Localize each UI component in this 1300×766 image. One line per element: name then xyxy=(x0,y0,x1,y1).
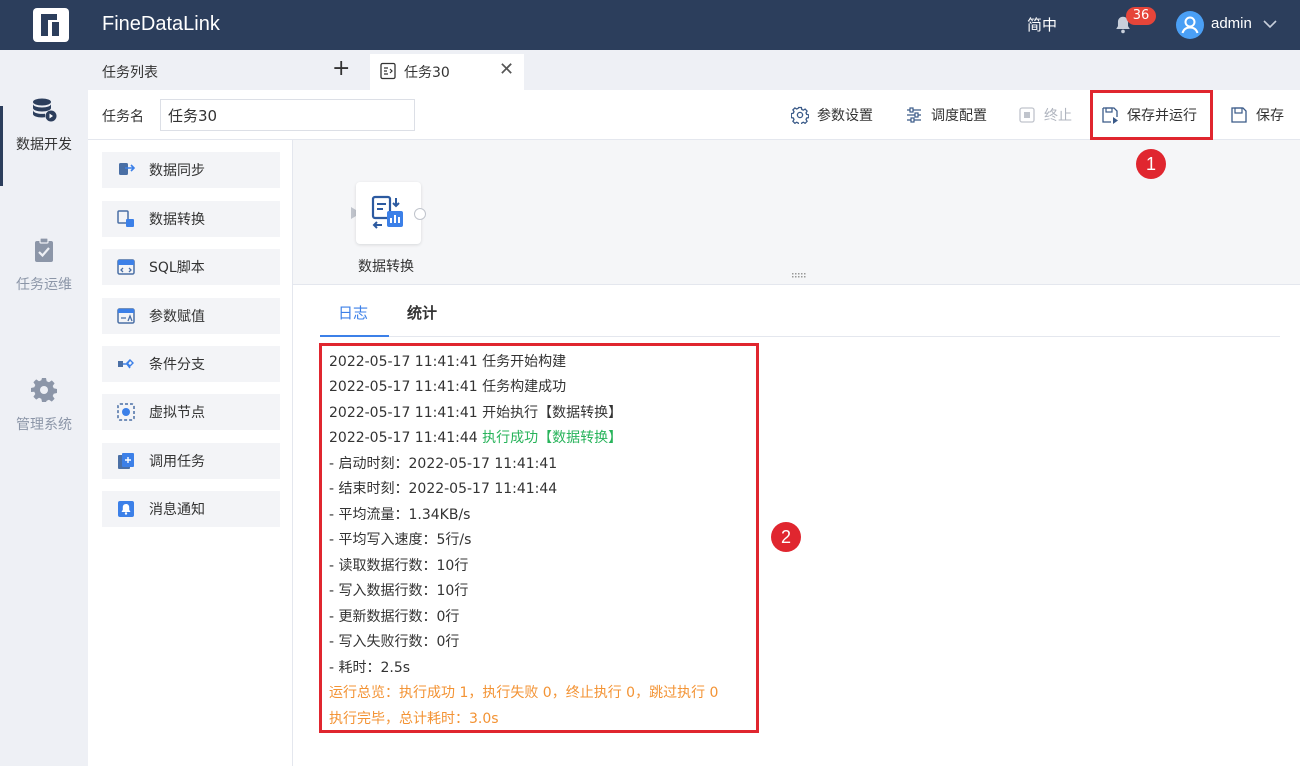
log-line: - 写入失败行数：0行 xyxy=(329,634,460,650)
save-icon xyxy=(1231,107,1247,123)
sliders-icon xyxy=(907,107,921,123)
param-settings-label: 参数设置 xyxy=(817,108,873,124)
annotation-marker-1: 1 xyxy=(1136,149,1166,179)
save-label: 保存 xyxy=(1256,108,1284,124)
log-line: - 结束时刻：2022-05-17 11:41:44 xyxy=(329,481,558,497)
tab-task-30[interactable]: 任务30 ✕ xyxy=(370,54,524,90)
highlight-box-save-run xyxy=(1090,90,1213,140)
log-line: - 启动时刻：2022-05-17 11:41:41 xyxy=(329,456,558,472)
param-settings-button[interactable]: 参数设置 xyxy=(791,90,873,140)
rail-label: 任务运维 xyxy=(16,277,72,293)
rail-label: 数据开发 xyxy=(16,137,72,153)
rail-item-task-ops[interactable]: 任务运维 xyxy=(0,236,88,294)
log-line: 2022-05-17 11:41:41 任务开始构建 xyxy=(329,354,567,370)
log-line: 2022-05-17 11:41:41 任务构建成功 xyxy=(329,379,567,395)
notification-badge: 36 xyxy=(1126,7,1156,25)
data-transform-icon xyxy=(117,210,134,227)
palette-label: 数据同步 xyxy=(149,163,205,179)
palette-item-data-transform[interactable]: 数据转换 xyxy=(102,201,280,237)
log-line: 2022-05-17 11:41:41 开始执行【数据转换】 xyxy=(329,405,623,421)
palette-label: 消息通知 xyxy=(149,502,205,518)
data-sync-icon xyxy=(119,163,136,175)
palette-label: 调用任务 xyxy=(149,454,205,470)
language-switch[interactable]: 简中 xyxy=(1027,14,1057,35)
tab-task-list[interactable]: 任务列表 + xyxy=(88,50,368,90)
rail-item-data-dev[interactable]: 数据开发 xyxy=(0,96,88,154)
palette-item-sql-script[interactable]: SQL脚本 xyxy=(102,249,280,285)
avatar[interactable] xyxy=(1176,11,1204,39)
tab-log[interactable]: 日志 xyxy=(338,302,368,323)
log-line: - 读取数据行数：10行 xyxy=(329,558,469,574)
message-notify-icon xyxy=(118,501,134,517)
task-name-label: 任务名 xyxy=(102,109,144,125)
palette-label: SQL脚本 xyxy=(149,260,205,276)
canvas-node-data-transform[interactable] xyxy=(356,182,421,244)
log-line: - 平均流量：1.34KB/s xyxy=(329,507,471,523)
active-tab-underline xyxy=(320,335,389,337)
user-icon xyxy=(1181,16,1199,34)
node-palette: 数据同步 数据转换 SQL脚本 参数赋值 条件分支 虚拟节点 调用任务 消息通知 xyxy=(88,140,293,766)
save-button[interactable]: 保存 xyxy=(1230,90,1284,140)
add-tab-button[interactable]: + xyxy=(332,58,350,80)
left-rail: 数据开发 任务运维 管理系统 xyxy=(0,50,88,766)
log-line: - 写入数据行数：10行 xyxy=(329,583,469,599)
palette-label: 虚拟节点 xyxy=(149,405,205,421)
app-name: FineDataLink xyxy=(102,13,220,35)
rail-label: 管理系统 xyxy=(16,417,72,433)
stop-icon xyxy=(1019,107,1035,123)
chevron-down-icon[interactable] xyxy=(1262,16,1278,32)
palette-item-virtual-node[interactable]: 虚拟节点 xyxy=(102,394,280,430)
virtual-node-icon xyxy=(117,403,135,421)
palette-item-message-notify[interactable]: 消息通知 xyxy=(102,491,280,527)
gear-icon xyxy=(31,378,57,402)
stop-label: 终止 xyxy=(1044,108,1072,124)
close-tab-icon[interactable]: ✕ xyxy=(499,59,514,80)
log-success-text: 执行成功【数据转换】 xyxy=(482,430,623,446)
log-line: - 平均写入速度：5行/s xyxy=(329,532,472,548)
log-line: - 耗时：2.5s xyxy=(329,660,411,676)
task-toolbar: 任务名 参数设置 调度配置 终止 保存并运行 xyxy=(88,90,1300,140)
palette-item-call-task[interactable]: 调用任务 xyxy=(102,443,280,479)
stop-button[interactable]: 终止 xyxy=(1018,90,1072,140)
user-name[interactable]: admin xyxy=(1211,15,1252,32)
log-summary-line: 执行完毕，总计耗时：3.0s xyxy=(329,711,499,727)
param-assign-icon xyxy=(117,308,135,324)
palette-item-param-assign[interactable]: 参数赋值 xyxy=(102,298,280,334)
palette-item-data-sync[interactable]: 数据同步 xyxy=(102,152,280,188)
palette-label: 参数赋值 xyxy=(149,309,205,325)
sql-script-icon xyxy=(117,259,135,275)
settings-icon xyxy=(791,106,809,124)
tab-stats[interactable]: 统计 xyxy=(407,302,437,323)
schedule-config-label: 调度配置 xyxy=(931,108,987,124)
rail-item-admin[interactable]: 管理系统 xyxy=(0,376,88,434)
top-bar: FineDataLink 简中 36 admin xyxy=(0,0,1300,50)
palette-label: 条件分支 xyxy=(149,357,205,373)
tabs-divider xyxy=(320,336,1280,337)
clipboard-check-icon xyxy=(35,237,53,262)
log-output: 2022-05-17 11:41:41 任务开始构建 2022-05-17 11… xyxy=(319,343,759,733)
tab-task-label: 任务30 xyxy=(404,65,450,81)
database-run-icon xyxy=(33,98,57,122)
log-line: 2022-05-17 11:41:44 执行成功【数据转换】 xyxy=(329,427,622,447)
task-name-input[interactable] xyxy=(160,99,415,131)
palette-item-condition-branch[interactable]: 条件分支 xyxy=(102,346,280,382)
annotation-marker-2: 2 xyxy=(771,522,801,552)
node-output-port[interactable] xyxy=(414,208,426,220)
log-line: - 更新数据行数：0行 xyxy=(329,609,460,625)
log-summary-line: 运行总览：执行成功 1，执行失败 0，终止执行 0，跳过执行 0 xyxy=(329,685,719,701)
log-timestamp: 2022-05-17 11:41:44 xyxy=(329,430,483,446)
sql-file-icon xyxy=(380,62,396,80)
tabs-bar: 任务列表 + 任务30 ✕ xyxy=(88,50,1300,90)
tab-task-list-label: 任务列表 xyxy=(102,65,158,81)
schedule-config-button[interactable]: 调度配置 xyxy=(905,90,987,140)
branch-icon xyxy=(118,359,134,369)
palette-label: 数据转换 xyxy=(149,212,205,228)
resize-grip-icon[interactable] xyxy=(792,273,808,279)
call-task-icon xyxy=(118,453,134,469)
app-logo[interactable] xyxy=(33,8,69,42)
data-transform-node-icon xyxy=(371,195,403,229)
canvas-node-label: 数据转换 xyxy=(358,259,414,275)
